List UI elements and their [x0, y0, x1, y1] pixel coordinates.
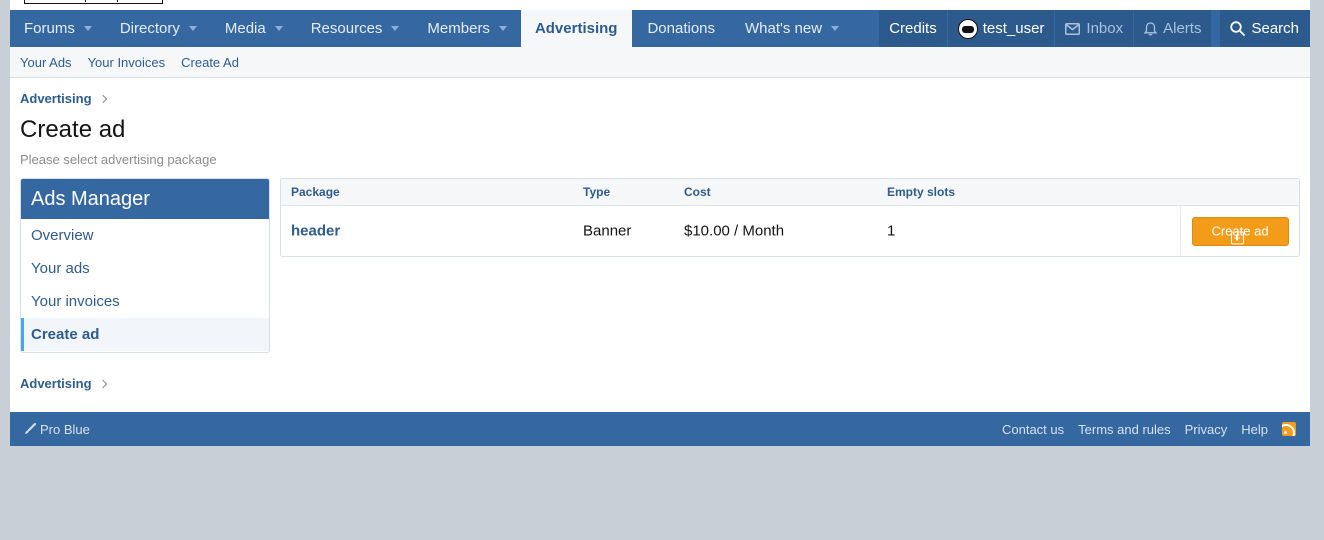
- search-label: Search: [1251, 20, 1299, 37]
- nav-donations[interactable]: Donations: [632, 10, 729, 47]
- bell-icon: [1144, 21, 1158, 36]
- table-row: header Banner $10.00 / Month 1 Create ad: [281, 206, 1299, 256]
- sidebar-item-your-invoices[interactable]: Your invoices: [21, 285, 269, 318]
- chevron-right-icon: [98, 94, 107, 103]
- nav-whats-new[interactable]: What's new: [729, 10, 853, 47]
- breadcrumb-bottom[interactable]: Advertising: [20, 376, 107, 391]
- table-header: Package Type Cost Empty slots: [281, 179, 1299, 206]
- sidebar-item-your-ads[interactable]: Your ads: [21, 252, 269, 285]
- footer-links: Contact us Terms and rules Privacy Help: [988, 422, 1310, 437]
- create-ad-button[interactable]: Create ad: [1191, 216, 1289, 246]
- style-name: Pro Blue: [40, 421, 90, 437]
- package-type: Banner: [583, 222, 632, 240]
- col-header-type: Type: [583, 185, 611, 199]
- inbox-link[interactable]: Inbox: [1055, 10, 1134, 47]
- action-cell: Create ad: [1180, 206, 1299, 256]
- footer: Pro Blue Contact us Terms and rules Priv…: [10, 412, 1310, 446]
- nav-label: Resources: [310, 20, 383, 37]
- breadcrumb-advertising[interactable]: Advertising: [20, 376, 92, 391]
- footer-link-privacy[interactable]: Privacy: [1185, 422, 1228, 437]
- nav-label: Donations: [647, 20, 715, 37]
- page-title: Create ad: [20, 116, 126, 143]
- site-logo[interactable]: [24, 0, 163, 4]
- col-header-cost: Cost: [684, 185, 711, 199]
- rss-icon[interactable]: [1282, 422, 1296, 436]
- col-header-package: Package: [291, 185, 340, 199]
- nav-label: Members: [427, 20, 490, 37]
- page-description: Please select advertising package: [20, 152, 217, 167]
- subnav-your-ads[interactable]: Your Ads: [20, 55, 72, 70]
- nav-resources[interactable]: Resources: [297, 10, 414, 47]
- nav-label: What's new: [745, 20, 823, 37]
- caret-down-icon[interactable]: [83, 26, 92, 31]
- caret-down-icon[interactable]: [188, 26, 197, 31]
- subnav-create-ad[interactable]: Create Ad: [181, 55, 239, 70]
- paintbrush-icon: [24, 423, 36, 435]
- sidebar-title: Ads Manager: [21, 179, 269, 219]
- search-icon: [1230, 21, 1246, 36]
- caret-down-icon[interactable]: [274, 26, 283, 31]
- search-button[interactable]: Search: [1220, 10, 1310, 47]
- chevron-right-icon: [98, 379, 107, 388]
- main-navbar: Forums Directory Media Resources Members…: [10, 10, 1310, 47]
- envelope-icon: [1065, 22, 1081, 35]
- footer-link-help[interactable]: Help: [1241, 422, 1268, 437]
- logo-mark: [85, 0, 86, 2]
- alerts-label: Alerts: [1163, 20, 1202, 37]
- alerts-link[interactable]: Alerts: [1134, 10, 1212, 47]
- nav-label: Forums: [24, 20, 75, 37]
- nav-label: Directory: [119, 20, 180, 37]
- top-strip: [10, 0, 1310, 10]
- inbox-label: Inbox: [1086, 20, 1124, 37]
- footer-link-contact[interactable]: Contact us: [1002, 422, 1064, 437]
- create-ad-label: Create ad: [1211, 223, 1269, 239]
- nav-forums[interactable]: Forums: [10, 10, 106, 47]
- nav-media[interactable]: Media: [211, 10, 297, 47]
- footer-link-terms[interactable]: Terms and rules: [1078, 422, 1170, 437]
- breadcrumb[interactable]: Advertising: [20, 91, 107, 106]
- subnav-your-invoices[interactable]: Your Invoices: [88, 55, 166, 70]
- account-link[interactable]: test_user: [947, 10, 1055, 47]
- user-nav: Credits test_user Inbox Alerts Search: [878, 10, 1310, 47]
- sidebar-item-create-ad[interactable]: Create ad: [21, 318, 269, 351]
- logo-mark: [117, 0, 118, 2]
- ads-manager-sidebar: Ads Manager Overview Your ads Your invoi…: [20, 178, 270, 353]
- package-cost: $10.00 / Month: [684, 222, 785, 240]
- style-chooser[interactable]: Pro Blue: [24, 422, 90, 437]
- nav-label: Advertising: [534, 20, 618, 37]
- avatar: [957, 18, 978, 39]
- username: test_user: [982, 20, 1045, 37]
- breadcrumb-advertising[interactable]: Advertising: [20, 91, 92, 106]
- sidebar-item-overview[interactable]: Overview: [21, 219, 269, 252]
- nav-advertising[interactable]: Advertising: [520, 10, 633, 47]
- packages-table: Package Type Cost Empty slots header Ban…: [280, 178, 1300, 257]
- main-content: Advertising Create ad Please select adve…: [10, 78, 1310, 412]
- package-empty-slots: 1: [887, 222, 896, 240]
- sub-navigation: Your Ads Your Invoices Create Ad: [10, 47, 1310, 78]
- caret-down-icon[interactable]: [391, 26, 400, 31]
- credits-label: Credits: [889, 20, 937, 37]
- caret-down-icon[interactable]: [831, 26, 840, 31]
- nav-directory[interactable]: Directory: [106, 10, 211, 47]
- nav-members[interactable]: Members: [413, 10, 521, 47]
- caret-down-icon[interactable]: [498, 26, 507, 31]
- col-header-empty-slots: Empty slots: [887, 185, 956, 199]
- nav-label: Media: [224, 20, 266, 37]
- credits-link[interactable]: Credits: [879, 10, 947, 47]
- package-name[interactable]: header: [291, 223, 340, 240]
